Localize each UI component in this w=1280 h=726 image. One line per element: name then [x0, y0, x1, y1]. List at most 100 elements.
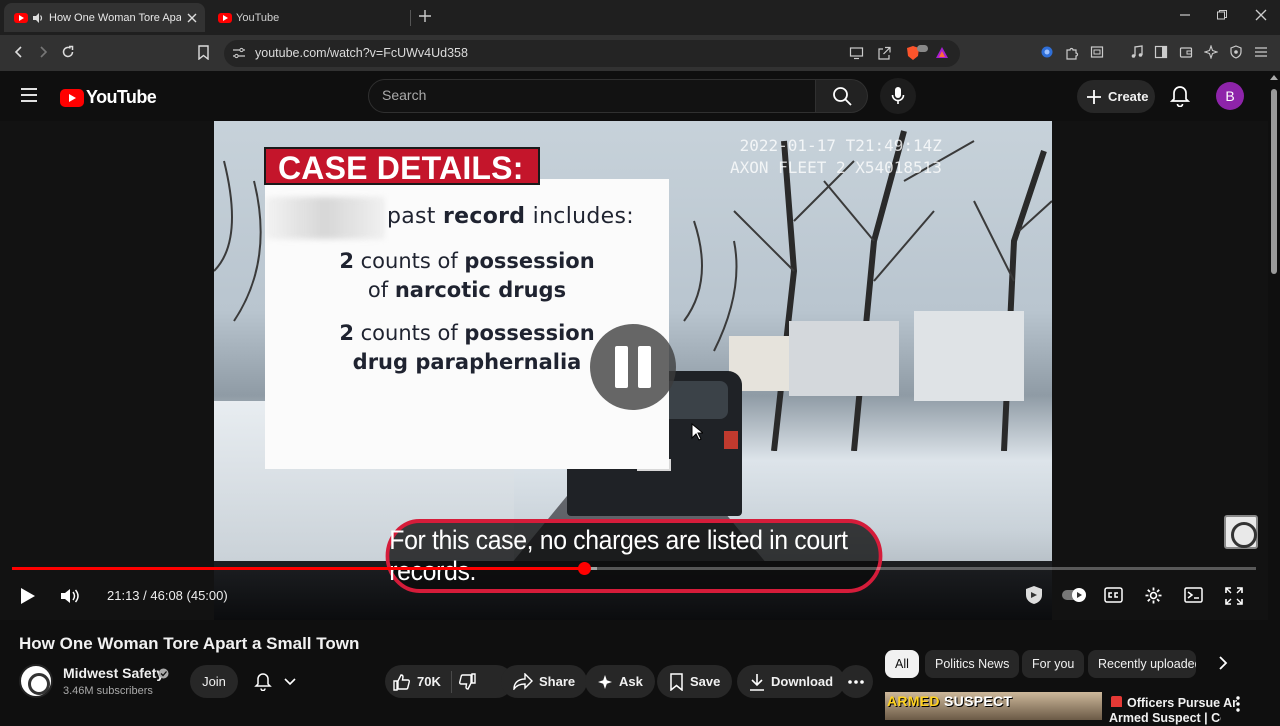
channel-name[interactable]: Midwest Safety	[63, 665, 164, 681]
search-box[interactable]	[368, 79, 816, 113]
guide-menu-icon[interactable]	[20, 87, 38, 103]
leo-ai-icon[interactable]	[1204, 45, 1218, 59]
dislike-button[interactable]	[458, 665, 476, 698]
tab-manager-icon[interactable]	[1090, 45, 1104, 59]
speaker-icon[interactable]	[32, 12, 44, 24]
brave-rewards-icon[interactable]	[935, 46, 949, 59]
tab-youtube[interactable]: YouTube	[208, 3, 412, 32]
play-icon[interactable]	[18, 587, 36, 605]
like-dislike-group: 70K	[385, 665, 513, 698]
share-icon	[513, 673, 533, 690]
share-page-icon[interactable]	[877, 46, 892, 60]
chevron-right-icon[interactable]	[1218, 655, 1228, 671]
case-details-banner: CASE DETAILS:	[264, 147, 540, 186]
settings-gear-icon[interactable]	[1144, 586, 1163, 605]
scrollbar-thumb[interactable]	[1271, 89, 1277, 274]
ask-label: Ask	[619, 674, 643, 689]
brave-shield-icon[interactable]	[906, 45, 928, 62]
pause-indicator[interactable]	[590, 324, 676, 410]
charge-item: 2 counts of possession of narcotic drugs	[339, 249, 595, 302]
more-vertical-icon[interactable]	[1236, 696, 1240, 712]
scroll-up-arrow-icon[interactable]	[1270, 75, 1278, 80]
create-label: Create	[1108, 89, 1149, 104]
sparkle-icon	[598, 674, 612, 689]
subtitles-icon[interactable]	[1104, 587, 1123, 603]
create-button[interactable]: Create	[1077, 80, 1155, 113]
forward-icon[interactable]	[36, 45, 50, 59]
like-button[interactable]: 70K	[385, 665, 441, 698]
channel-watermark[interactable]	[1224, 515, 1258, 549]
site-settings-icon[interactable]	[232, 47, 246, 59]
youtube-masthead: YouTube Create B	[0, 71, 1280, 121]
verified-badge-icon	[158, 668, 169, 679]
chip-recently-uploaded[interactable]: Recently uploaded	[1088, 650, 1196, 678]
mouse-cursor-icon	[691, 423, 703, 441]
house-graphic	[914, 311, 1024, 401]
autoplay-toggle[interactable]	[1061, 587, 1087, 603]
address-bar[interactable]: youtube.com/watch?v=FcUWv4Ud358	[224, 40, 960, 67]
sponsorblock-icon[interactable]	[1025, 585, 1043, 605]
minimize-icon[interactable]	[1179, 9, 1191, 21]
search-input[interactable]	[382, 87, 802, 103]
chip-all[interactable]: All	[885, 650, 919, 678]
volume-icon[interactable]	[60, 587, 80, 605]
record-line: past record includes:	[387, 204, 634, 229]
chip-politics-news[interactable]: Politics News	[925, 650, 1020, 678]
download-icon	[750, 673, 764, 691]
save-label: Save	[690, 674, 721, 689]
youtube-logo[interactable]: YouTube	[60, 87, 157, 108]
more-horizontal-icon	[848, 679, 864, 684]
url-text: youtube.com/watch?v=FcUWv4Ud358	[255, 46, 468, 60]
redacted-name	[265, 197, 385, 239]
voice-search-button[interactable]	[880, 78, 916, 114]
restore-icon[interactable]	[1216, 9, 1228, 21]
time-display: 21:13 / 46:08 (45:00)	[107, 588, 228, 603]
miniplayer-icon[interactable]	[1184, 587, 1203, 603]
new-tab-icon[interactable]	[418, 9, 432, 23]
dashcam-timestamp: 2022-01-17 T21:49:14Z AXON FLEET 2 X5401…	[730, 135, 942, 179]
page-scrollbar[interactable]	[1268, 71, 1280, 720]
thumbs-up-icon	[393, 673, 410, 691]
share-button[interactable]: Share	[501, 665, 588, 698]
browser-menu-icon[interactable]	[1254, 45, 1268, 59]
close-window-icon[interactable]	[1255, 9, 1267, 21]
tab-separator	[410, 10, 411, 26]
close-tab-icon[interactable]	[187, 13, 197, 23]
back-icon[interactable]	[12, 45, 26, 59]
cast-icon[interactable]	[849, 46, 864, 60]
search-button[interactable]	[816, 79, 868, 113]
house-graphic	[789, 321, 899, 396]
notifications-bell-icon[interactable]	[1170, 85, 1190, 107]
reload-icon[interactable]	[61, 45, 75, 59]
more-actions-button[interactable]	[839, 665, 873, 698]
fullscreen-icon[interactable]	[1225, 587, 1243, 605]
share-label: Share	[539, 674, 576, 689]
thumbs-down-icon	[458, 672, 476, 690]
video-player[interactable]: 2022-01-17 T21:49:14Z AXON FLEET 2 X5401…	[0, 121, 1268, 620]
extension-globe-icon[interactable]	[1040, 45, 1054, 59]
extensions-puzzle-icon[interactable]	[1065, 45, 1080, 60]
tab-title: How One Woman Tore Apart	[49, 11, 181, 24]
channel-avatar[interactable]	[19, 664, 53, 698]
music-icon[interactable]	[1130, 45, 1144, 59]
timestamp-line: 2022-01-17 T21:49:14Z	[739, 136, 942, 155]
thumbnail-text: ARMED SUSPECT	[887, 693, 1013, 709]
chip-for-you[interactable]: For you	[1022, 650, 1085, 678]
wallet-icon[interactable]	[1179, 45, 1193, 59]
microphone-icon	[891, 87, 905, 104]
recommendation-title-continued[interactable]: Armed Suspect | Cop	[1109, 711, 1221, 726]
subscription-notify-button[interactable]	[248, 665, 306, 698]
tab-active-video[interactable]: How One Woman Tore Apart	[4, 3, 205, 32]
vpn-shield-icon[interactable]	[1229, 45, 1243, 59]
account-avatar[interactable]: B	[1216, 82, 1244, 110]
progress-bar[interactable]	[12, 562, 1256, 575]
ask-button[interactable]: Ask	[585, 665, 655, 698]
recommendation-thumbnail[interactable]: ARMED SUSPECT	[885, 692, 1102, 720]
save-button[interactable]: Save	[657, 665, 733, 698]
download-button[interactable]: Download	[737, 665, 846, 698]
join-button[interactable]: Join	[190, 665, 238, 698]
bookmark-icon[interactable]	[197, 45, 210, 60]
sidebar-icon[interactable]	[1154, 45, 1168, 59]
browser-toolbar: youtube.com/watch?v=FcUWv4Ud358	[0, 35, 1280, 71]
recommendation-title[interactable]: Officers Pursue An	[1127, 696, 1237, 711]
